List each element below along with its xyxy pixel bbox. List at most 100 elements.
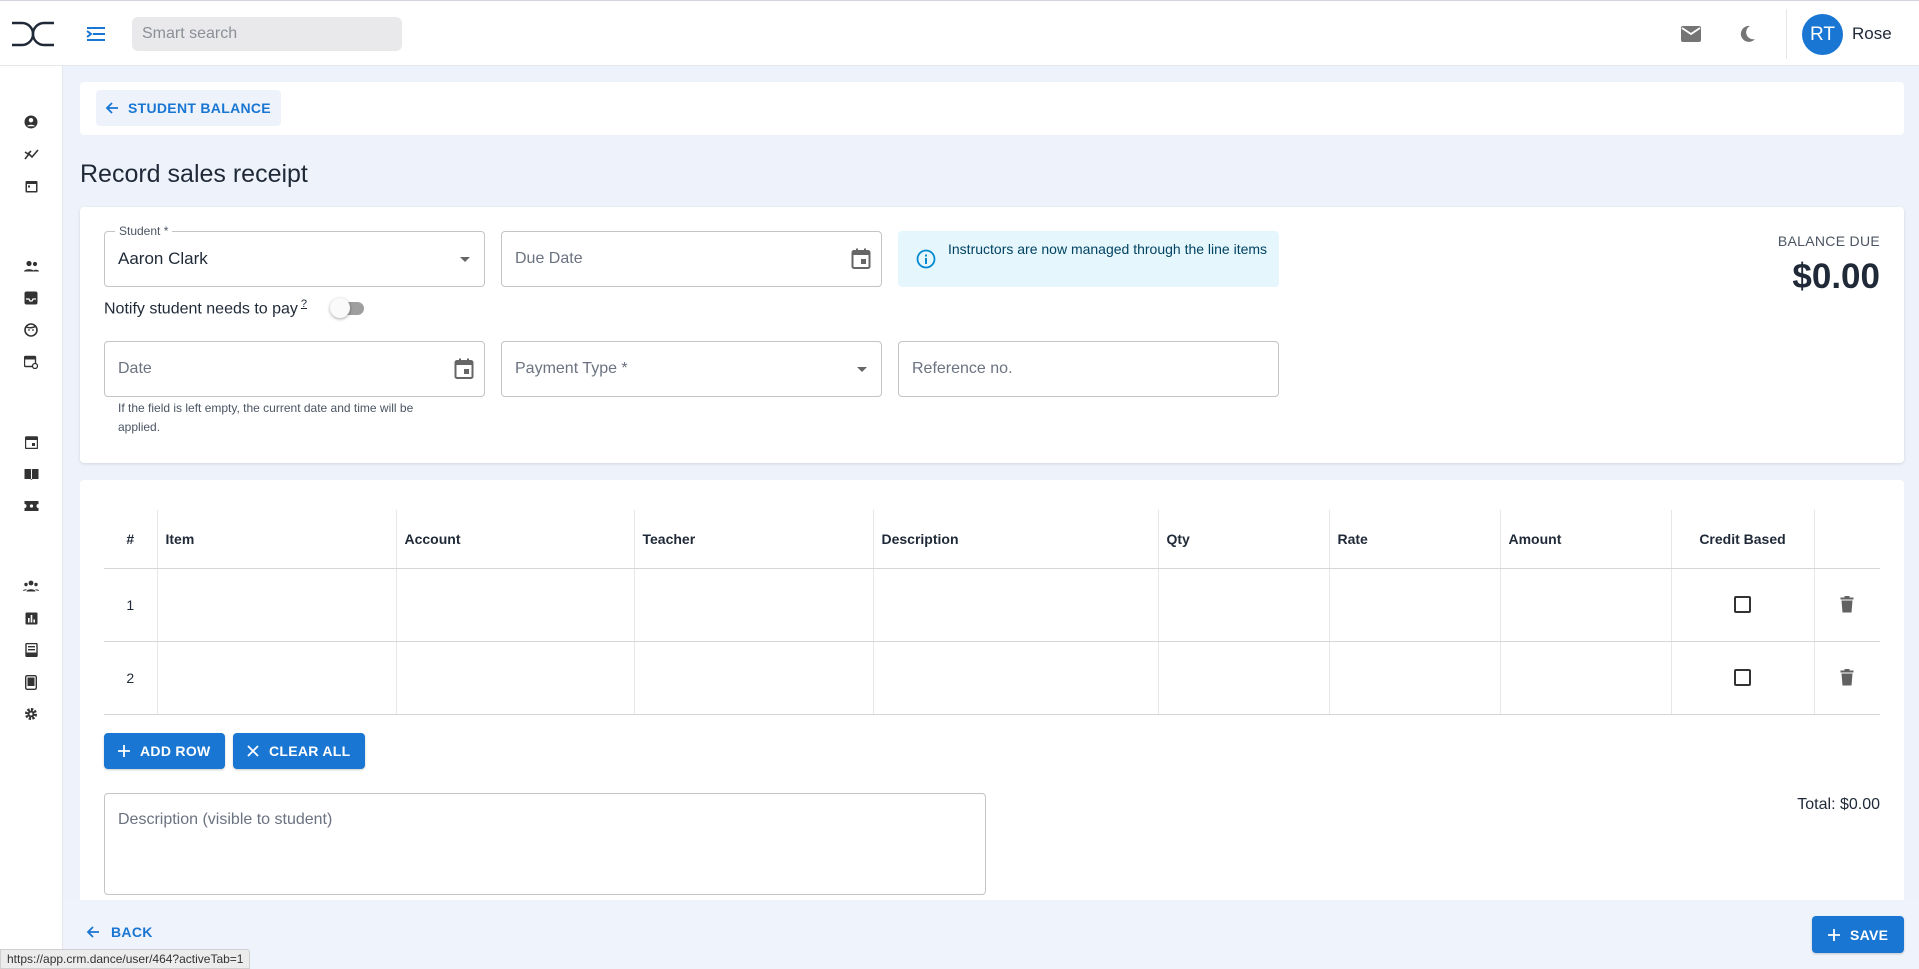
column-header: Amount — [1500, 510, 1672, 569]
calendar-icon[interactable] — [22, 177, 40, 195]
item-cell[interactable] — [157, 568, 397, 642]
info-alert: Instructors are now managed through the … — [898, 231, 1279, 287]
due-date-field[interactable]: Due Date — [501, 231, 882, 287]
student-balance-back-button[interactable]: STUDENT BALANCE — [96, 90, 281, 126]
delete-icon[interactable] — [1840, 669, 1854, 686]
account-cell[interactable] — [396, 641, 635, 715]
receipt-icon[interactable] — [22, 641, 40, 659]
bar-chart-icon[interactable] — [22, 609, 40, 627]
payment-type-select[interactable]: Payment Type * — [501, 341, 882, 397]
delete-icon[interactable] — [1840, 596, 1854, 613]
teacher-cell[interactable] — [634, 568, 874, 642]
top-bar: RT Rose — [0, 0, 1919, 66]
back-button-label: STUDENT BALANCE — [128, 100, 271, 116]
dropdown-arrow-icon — [857, 367, 867, 372]
credit-based-checkbox[interactable] — [1734, 669, 1751, 687]
people-icon[interactable] — [22, 257, 40, 275]
account-cell[interactable] — [396, 568, 635, 642]
column-header: Account — [396, 510, 635, 569]
help-link[interactable]: ? — [301, 298, 307, 310]
balance-due-label: BALANCE DUE — [1777, 233, 1880, 249]
payment-type-placeholder: Payment Type * — [515, 360, 628, 377]
user-name[interactable]: Rose — [1852, 24, 1892, 44]
dropdown-arrow-icon — [460, 257, 470, 262]
qty-cell[interactable] — [1158, 568, 1330, 642]
description-cell[interactable] — [873, 641, 1159, 715]
tablet-icon[interactable] — [22, 673, 40, 691]
mail-icon[interactable] — [1678, 21, 1704, 47]
row-actions-cell — [1814, 568, 1880, 642]
reference-no-placeholder: Reference no. — [912, 360, 1013, 377]
column-header: Teacher — [634, 510, 874, 569]
user-circle-icon[interactable] — [22, 113, 40, 131]
column-header-actions — [1814, 510, 1880, 569]
ticket-icon[interactable] — [22, 497, 40, 515]
notify-student-label: Notify student needs to pay? — [104, 298, 308, 318]
amount-cell[interactable] — [1500, 568, 1672, 642]
date-placeholder: Date — [118, 360, 152, 377]
notify-student-toggle[interactable] — [330, 298, 366, 318]
credit-based-checkbox[interactable] — [1734, 596, 1751, 614]
info-text: Instructors are now managed through the … — [948, 241, 1268, 257]
reference-no-input[interactable]: Reference no. — [898, 341, 1279, 397]
line-items-table: # Item Account Teacher Description Qty R… — [104, 510, 1880, 715]
amount-cell[interactable] — [1500, 641, 1672, 715]
table-row: 1 — [104, 568, 1880, 642]
event-repeat-icon[interactable] — [22, 353, 40, 371]
qty-cell[interactable] — [1158, 641, 1330, 715]
event-icon[interactable] — [22, 433, 40, 451]
clear-all-button[interactable]: CLEAR ALL — [233, 733, 365, 769]
rate-cell[interactable] — [1329, 641, 1501, 715]
book-icon[interactable] — [22, 465, 40, 483]
app-logo[interactable] — [10, 21, 56, 47]
page-title: Record sales receipt — [80, 160, 308, 188]
row-number: 2 — [104, 641, 158, 715]
breadcrumb: STUDENT BALANCE — [80, 82, 1904, 135]
column-header: Item — [157, 510, 397, 569]
avatar[interactable]: RT — [1802, 14, 1843, 55]
description-cell[interactable] — [873, 568, 1159, 642]
groups-icon[interactable] — [22, 577, 40, 595]
menu-toggle-icon[interactable] — [84, 23, 108, 45]
column-header: Qty — [1158, 510, 1330, 569]
plus-icon — [1828, 928, 1840, 941]
description-textarea[interactable]: Description (visible to student) — [104, 793, 986, 895]
due-date-placeholder: Due Date — [515, 250, 583, 267]
rate-cell[interactable] — [1329, 568, 1501, 642]
table-header-row: # Item Account Teacher Description Qty R… — [104, 510, 1880, 569]
plus-icon — [118, 745, 130, 757]
analytics-icon[interactable] — [22, 145, 40, 163]
student-select[interactable]: Student * Aaron Clark — [104, 224, 485, 287]
info-icon — [916, 249, 936, 274]
calendar-icon[interactable] — [454, 358, 474, 385]
row-actions-cell — [1814, 641, 1880, 715]
close-icon — [247, 745, 259, 757]
save-label: SAVE — [1850, 926, 1889, 943]
date-field[interactable]: Date — [104, 341, 485, 397]
face-icon[interactable] — [22, 321, 40, 339]
add-row-button[interactable]: ADD ROW — [104, 733, 225, 769]
table-row: 2 — [104, 641, 1880, 715]
settings-icon[interactable] — [22, 705, 40, 723]
column-header: Rate — [1329, 510, 1501, 569]
item-cell[interactable] — [157, 641, 397, 715]
clear-all-label: CLEAR ALL — [269, 743, 351, 759]
inbox-icon[interactable] — [22, 289, 40, 307]
row-number: 1 — [104, 568, 158, 642]
arrow-left-icon — [86, 926, 99, 938]
back-button[interactable]: BACK — [85, 924, 153, 940]
column-header: Description — [873, 510, 1159, 569]
dark-mode-icon[interactable] — [1734, 21, 1760, 47]
save-button[interactable]: SAVE — [1812, 916, 1905, 953]
smart-search-input[interactable] — [132, 17, 402, 51]
footer-bar: BACK SAVE — [63, 900, 1919, 969]
total-amount: Total: $0.00 — [1797, 796, 1880, 813]
description-placeholder: Description (visible to student) — [118, 811, 333, 828]
status-bar-url: https://app.crm.dance/user/464?activeTab… — [0, 949, 251, 969]
teacher-cell[interactable] — [634, 641, 874, 715]
column-header: # — [104, 510, 158, 569]
calendar-icon[interactable] — [851, 248, 871, 275]
credit-based-cell — [1671, 568, 1815, 642]
student-label: Student * — [115, 224, 173, 238]
date-helper-text: If the field is left empty, the current … — [118, 401, 414, 434]
